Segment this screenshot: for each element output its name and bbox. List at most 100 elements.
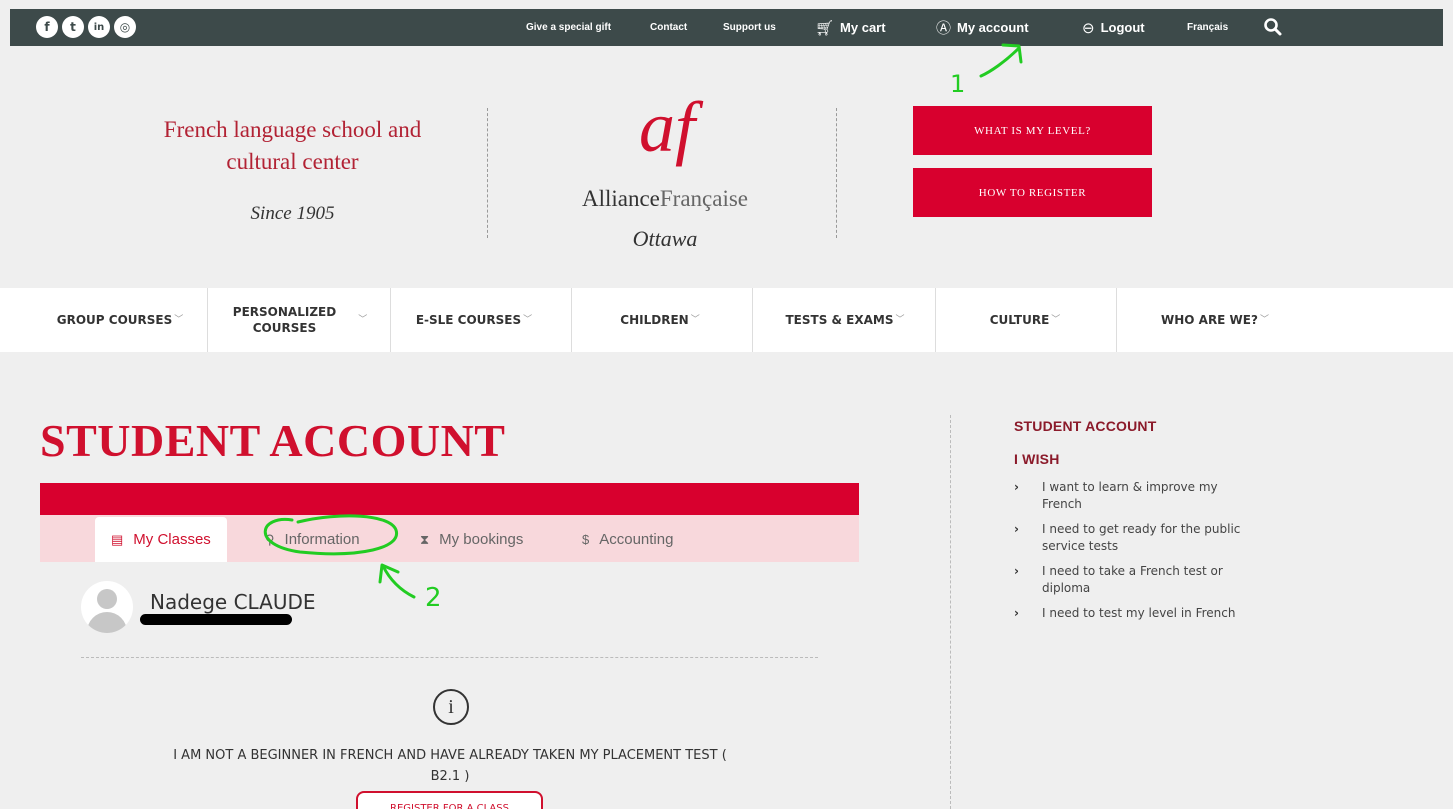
chevron-down-icon: ﹀ — [523, 315, 533, 325]
nav-label: CHILDREN — [620, 313, 689, 327]
support-link[interactable]: Support us — [723, 9, 776, 46]
logo-city: Ottawa — [632, 226, 698, 251]
nav-esle-courses[interactable]: E-SLE COURSES ﹀ — [394, 288, 554, 352]
nav-label: CULTURE — [989, 313, 1050, 327]
nav-divider — [1116, 288, 1117, 352]
main-nav: GROUP COURSES ﹀ PERSONALIZED COURSES ﹀ E-… — [0, 288, 1453, 352]
tagline-line-2: cultural center — [226, 149, 359, 174]
tab-my-classes[interactable]: ▤ My Classes — [95, 517, 227, 562]
header-divider-right — [836, 108, 837, 238]
annotation-arrow-1 — [979, 46, 1021, 78]
top-bar: f t in ◎ Give a special gift Contact Sup… — [10, 9, 1443, 46]
what-is-my-level-button[interactable]: WHAT IS MY LEVEL? — [913, 106, 1152, 155]
nav-label: E-SLE COURSES — [415, 313, 522, 327]
logout-label: Logout — [1100, 20, 1145, 35]
calendar-icon: ▤ — [111, 531, 124, 547]
user-name: Nadege CLAUDE — [150, 590, 316, 614]
chevron-down-icon: ﹀ — [690, 315, 700, 325]
nav-label: TESTS & EXAMS — [785, 313, 894, 327]
dollar-icon: $ — [582, 532, 590, 547]
nav-culture[interactable]: CULTURE ﹀ — [955, 288, 1095, 352]
gift-link[interactable]: Give a special gift — [526, 9, 611, 46]
sidebar-item-test-level[interactable]: › I need to test my level in French — [1014, 605, 1244, 622]
tab-label: My bookings — [439, 531, 524, 548]
user-circle-icon: Ⓐ — [936, 20, 952, 37]
nav-group-courses[interactable]: GROUP COURSES ﹀ — [40, 288, 200, 352]
account-label: My account — [957, 20, 1029, 35]
nav-who-are-we[interactable]: WHO ARE WE? ﹀ — [1135, 288, 1295, 352]
sidebar-item-french-test[interactable]: › I need to take a French test or diploma — [1014, 563, 1244, 597]
tab-information[interactable]: ⚲ Information — [265, 517, 360, 562]
page-title: STUDENT ACCOUNT — [40, 415, 506, 466]
instagram-icon[interactable]: ◎ — [114, 16, 136, 38]
tab-label: My Classes — [133, 531, 211, 548]
annotation-label-1: 1 — [950, 70, 965, 98]
content-divider — [81, 657, 818, 658]
tab-label: Information — [284, 531, 360, 548]
nav-label-line-1: PERSONALIZED — [232, 305, 337, 319]
sidebar-item-learn[interactable]: › I want to learn & improve my French — [1014, 479, 1244, 513]
how-to-register-button[interactable]: HOW TO REGISTER — [913, 168, 1152, 217]
nav-divider — [390, 288, 391, 352]
contact-link[interactable]: Contact — [650, 9, 687, 46]
sidebar-item-label: I want to learn & improve my French — [1042, 480, 1218, 511]
logout-icon: ⊖ — [1082, 19, 1095, 37]
account-header-strip — [40, 483, 859, 515]
placement-notice: I AM NOT A BEGINNER IN FRENCH AND HAVE A… — [95, 745, 805, 787]
tagline: French language school and cultural cent… — [120, 114, 465, 178]
chevron-down-icon: ﹀ — [174, 315, 184, 325]
chevron-right-icon: › — [1014, 606, 1019, 620]
nav-divider — [935, 288, 936, 352]
hourglass-icon: ⧗ — [420, 531, 430, 547]
nav-label: PERSONALIZED COURSES — [233, 304, 336, 336]
search-icon[interactable] — [1263, 17, 1283, 37]
header-divider-left — [487, 108, 488, 238]
tab-label: Accounting — [599, 531, 674, 548]
annotation-arrowhead-2 — [378, 563, 400, 584]
nav-tests-exams[interactable]: TESTS & EXAMS ﹀ — [770, 288, 920, 352]
language-link[interactable]: Français — [1187, 9, 1228, 46]
logo-name-light: Française — [659, 186, 749, 211]
facebook-icon[interactable]: f — [36, 16, 58, 38]
nav-personalized-courses[interactable]: PERSONALIZED COURSES ﹀ — [210, 288, 390, 352]
since-text: Since 1905 — [250, 203, 335, 224]
nav-divider — [752, 288, 753, 352]
tab-accounting[interactable]: $ Accounting — [582, 517, 673, 562]
logo-name[interactable]: AllianceFrançaise — [540, 186, 790, 212]
nav-divider — [207, 288, 208, 352]
sidebar-item-label: I need to get ready for the public servi… — [1042, 522, 1241, 553]
avatar — [81, 581, 133, 633]
sidebar-item-label: I need to take a French test or diploma — [1042, 564, 1223, 595]
logo-mark[interactable]: af — [612, 82, 722, 172]
sidebar-item-public-service[interactable]: › I need to get ready for the public serv… — [1014, 521, 1244, 555]
chevron-down-icon: ﹀ — [895, 315, 905, 325]
logo-name-bold: Alliance — [581, 186, 660, 211]
redaction-mark — [140, 614, 292, 625]
nav-children[interactable]: CHILDREN ﹀ — [590, 288, 730, 352]
account-link[interactable]: Ⓐ My account — [936, 9, 1029, 46]
social-links: f t in ◎ — [36, 16, 136, 38]
nav-divider — [571, 288, 572, 352]
chevron-down-icon: ﹀ — [1259, 315, 1269, 325]
logout-link[interactable]: ⊖ Logout — [1082, 9, 1145, 46]
nav-label: WHO ARE WE? — [1161, 313, 1258, 327]
sidebar-subheading: I WISH — [1014, 451, 1060, 467]
cart-label: My cart — [840, 20, 886, 35]
sidebar-heading[interactable]: STUDENT ACCOUNT — [1014, 418, 1156, 434]
register-for-class-button[interactable]: REGISTER FOR A CLASS — [356, 791, 543, 809]
sidebar-divider — [950, 415, 951, 809]
notice-line-2: B2.1 ) — [430, 769, 470, 784]
avatar-body — [87, 612, 127, 633]
cart-link[interactable]: 🛒︎ My cart — [815, 9, 886, 46]
linkedin-icon[interactable]: in — [88, 16, 110, 38]
sidebar-item-label: I need to test my level in French — [1042, 606, 1236, 620]
cart-icon: 🛒︎ — [815, 19, 835, 37]
nav-label-line-2: COURSES — [252, 321, 317, 335]
annotation-arrowhead-1 — [1001, 43, 1023, 64]
chevron-down-icon: ﹀ — [1051, 315, 1061, 325]
person-icon: ⚲ — [265, 531, 275, 547]
account-tabs: ▤ My Classes ⚲ Information ⧗ My bookings… — [40, 515, 859, 562]
twitter-icon[interactable]: t — [62, 16, 84, 38]
notice-line-1: I AM NOT A BEGINNER IN FRENCH AND HAVE A… — [173, 748, 727, 763]
tab-my-bookings[interactable]: ⧗ My bookings — [420, 517, 523, 562]
